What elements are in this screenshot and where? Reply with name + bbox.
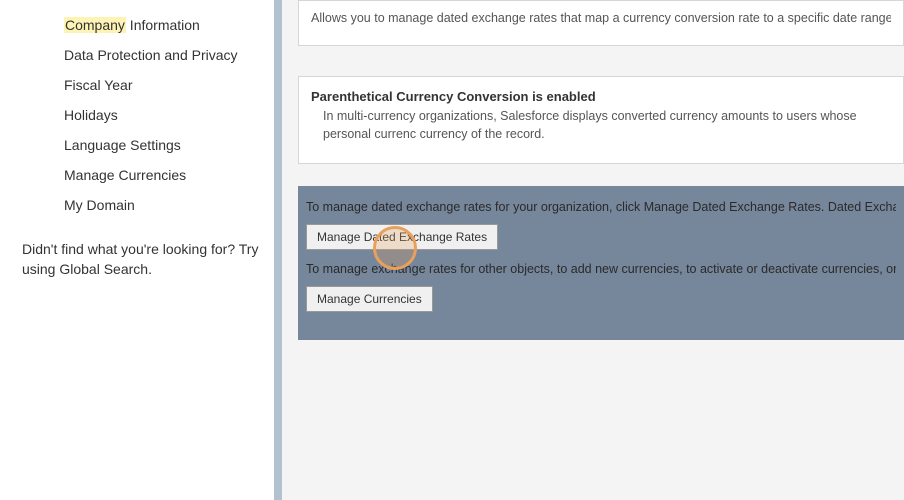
nav-company-information[interactable]: Company Information [20,10,274,40]
nav-label-highlight: Company [64,17,126,33]
nav-my-domain[interactable]: My Domain [20,190,274,220]
info-box-dated-rates: Allows you to manage dated exchange rate… [298,0,904,46]
manage-currencies-button[interactable]: Manage Currencies [306,286,433,312]
nav-label: Fiscal Year [64,77,132,93]
nav-label: Holidays [64,107,118,123]
nav-fiscal-year[interactable]: Fiscal Year [20,70,274,100]
action-panel: To manage dated exchange rates for your … [298,186,904,340]
nav-label: My Domain [64,197,135,213]
sidebar-divider [274,0,282,500]
nav-label: Manage Currencies [64,167,186,183]
info-box-1-text: Allows you to manage dated exchange rate… [311,11,891,25]
info-box-2-title: Parenthetical Currency Conversion is ena… [311,89,891,104]
info-box-2-text: In multi-currency organizations, Salesfo… [311,108,891,143]
nav-data-protection[interactable]: Data Protection and Privacy [20,40,274,70]
sidebar-help-text: Didn't find what you're looking for? Try… [20,220,274,279]
nav-label: Data Protection and Privacy [64,47,238,63]
main-content: Allows you to manage dated exchange rate… [282,0,904,500]
nav-holidays[interactable]: Holidays [20,100,274,130]
action-text-2: To manage exchange rates for other objec… [306,262,896,276]
nav-manage-currencies[interactable]: Manage Currencies [20,160,274,190]
action-text-1: To manage dated exchange rates for your … [306,200,896,214]
nav-label-rest: Information [126,17,200,33]
nav-language-settings[interactable]: Language Settings [20,130,274,160]
sidebar: Company Information Data Protection and … [0,0,274,500]
manage-dated-exchange-rates-button[interactable]: Manage Dated Exchange Rates [306,224,498,250]
nav-label: Language Settings [64,137,181,153]
info-box-parenthetical: Parenthetical Currency Conversion is ena… [298,76,904,164]
